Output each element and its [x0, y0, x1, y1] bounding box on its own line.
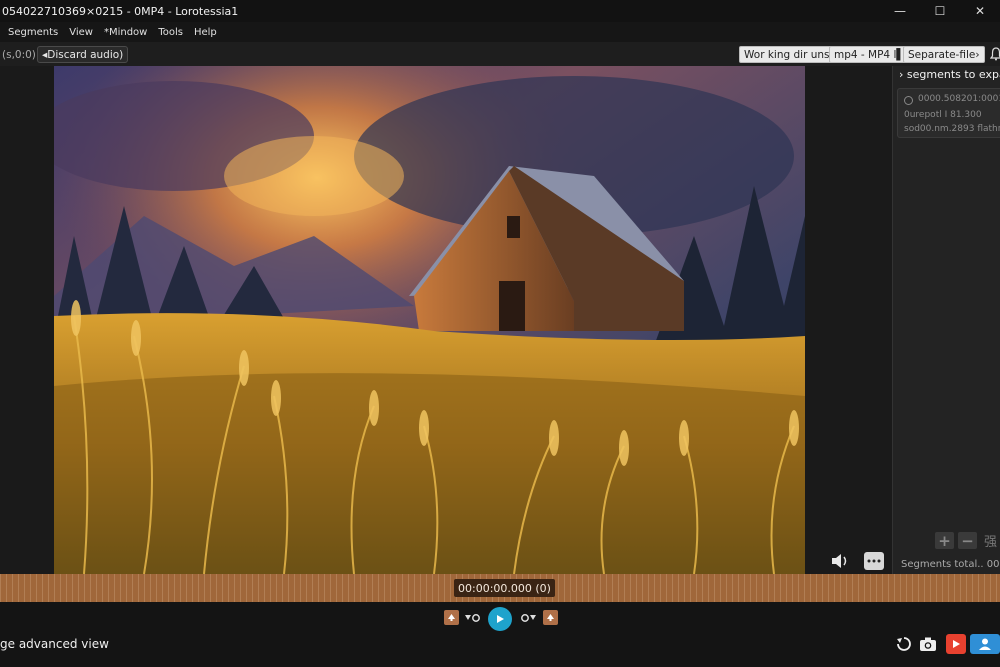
toolbar: (s,0:0) ◂Discard audio) Wor king dir uns… — [0, 42, 1000, 66]
segment-extra-button[interactable]: 强 — [981, 532, 1000, 550]
export-icon[interactable] — [946, 634, 966, 654]
timeline[interactable]: 00:00:00.000 (0) — [0, 574, 1000, 602]
video-area — [0, 66, 892, 574]
close-button[interactable]: ✕ — [960, 0, 1000, 22]
menu-view[interactable]: View — [69, 27, 93, 38]
set-cut-start-icon[interactable] — [464, 612, 482, 627]
video-frame-barn-painting — [54, 66, 805, 574]
panel-header[interactable]: › segments to expa — [899, 68, 1000, 81]
minimize-button[interactable]: — — [880, 0, 920, 22]
segment-radio[interactable] — [904, 96, 913, 105]
add-segment-button[interactable]: + — [935, 532, 954, 550]
remove-segment-button[interactable]: − — [958, 532, 977, 550]
segment-line-3: sod00.nm.2893 flathrbo — [904, 124, 1000, 134]
toggle-advanced-view[interactable]: ge advanced view — [0, 637, 109, 651]
window-controls: — ☐ ✕ — [880, 0, 1000, 22]
timecode-display[interactable]: 00:00:00.000 (0) — [454, 579, 555, 597]
segment-line-2: 0urepotl I 81.300 — [904, 110, 982, 120]
truncated-button-label[interactable]: (s,0:0) — [0, 46, 36, 63]
segment-line-1: 0000.508201:00011 — [918, 94, 1000, 104]
menu-bar: Segments View *Mindow Tools Help — [0, 22, 1000, 42]
playback-bar: ge advanced view — [0, 602, 1000, 667]
rotate-icon[interactable] — [894, 634, 914, 654]
set-cut-end-icon[interactable] — [520, 612, 538, 627]
menu-tools[interactable]: Tools — [158, 27, 183, 38]
segments-total: Segments total.. 00 0n — [901, 559, 1000, 570]
window-title: 054022710369×0215 - 0MP4 - Lorotessia1 — [2, 4, 239, 18]
menu-window[interactable]: *Mindow — [104, 27, 147, 38]
maximize-button[interactable]: ☐ — [920, 0, 960, 22]
volume-icon[interactable] — [830, 552, 850, 570]
title-bar: 054022710369×0215 - 0MP4 - Lorotessia1 —… — [0, 0, 1000, 22]
discard-audio-button[interactable]: ◂Discard audio) — [37, 46, 129, 63]
segments-panel: › segments to expa 0000.508201:00011 0ur… — [892, 66, 1000, 574]
camera-icon[interactable] — [918, 634, 938, 654]
jump-end-icon[interactable] — [543, 610, 558, 625]
menu-segments[interactable]: Segments — [8, 27, 58, 38]
segment-item[interactable]: 0000.508201:00011 0urepotl I 81.300 sod0… — [897, 88, 1000, 138]
format-select[interactable]: mp4 - MP4 l▌ — [829, 46, 910, 63]
bell-icon[interactable] — [989, 47, 1000, 61]
jump-start-icon[interactable] — [444, 610, 459, 625]
video-player[interactable] — [54, 66, 805, 574]
play-button[interactable] — [488, 607, 512, 631]
more-dots-icon[interactable] — [864, 552, 884, 570]
export-mode-select[interactable]: Separate-file› — [903, 46, 985, 63]
segment-tools: + − 强 — [935, 532, 1000, 550]
menu-help[interactable]: Help — [194, 27, 217, 38]
user-icon[interactable] — [970, 634, 1000, 654]
